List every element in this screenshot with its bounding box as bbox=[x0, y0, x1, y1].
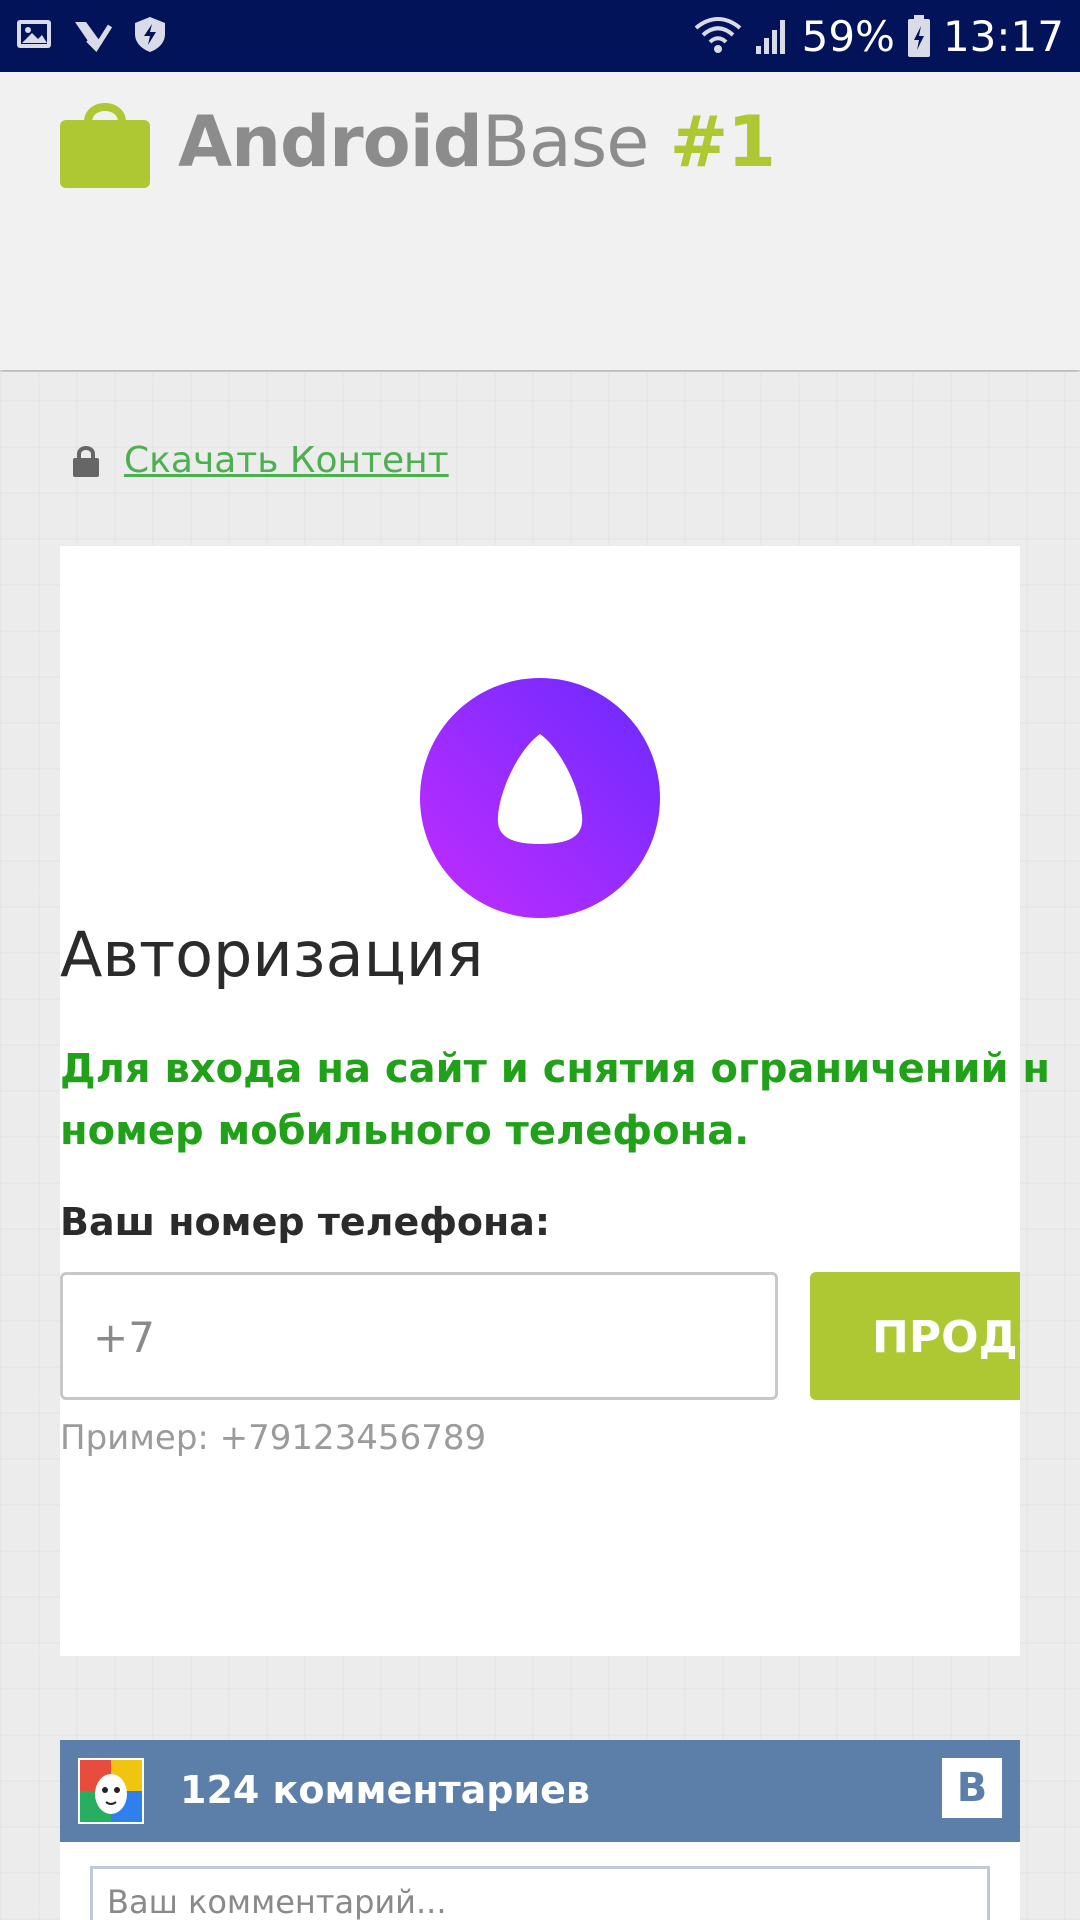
shield-icon bbox=[135, 17, 165, 52]
phone-input[interactable]: +7 bbox=[60, 1272, 778, 1400]
shopping-bag-icon bbox=[60, 103, 150, 188]
comment-placeholder: Ваш комментарий... bbox=[107, 1883, 447, 1920]
auth-title: Авторизация bbox=[60, 918, 484, 991]
site-header: AndroidBase #1 bbox=[0, 72, 1080, 370]
site-logo[interactable]: AndroidBase #1 bbox=[60, 96, 776, 188]
alice-logo-icon bbox=[420, 678, 660, 918]
logo-text: AndroidBase #1 bbox=[178, 101, 776, 183]
vk-icon[interactable]: B bbox=[942, 1758, 1002, 1818]
status-left-icons bbox=[14, 14, 170, 54]
logo-word-base: Base bbox=[481, 101, 649, 183]
battery-percent: 59% bbox=[801, 11, 895, 61]
download-row: Скачать Контент bbox=[72, 440, 449, 481]
continue-button[interactable]: ПРОДОЛЖ bbox=[810, 1272, 1020, 1400]
status-bar: 59% 13:17 bbox=[0, 0, 1080, 72]
clock: 13:17 bbox=[942, 11, 1064, 61]
download-content-link[interactable]: Скачать Контент bbox=[124, 440, 449, 481]
continue-button-label: ПРОДОЛЖ bbox=[872, 1312, 1020, 1363]
logo-number: #1 bbox=[669, 101, 776, 183]
logo-word-android: Android bbox=[178, 101, 483, 183]
signal-icon bbox=[755, 20, 785, 54]
comments-header: 124 комментариев B bbox=[60, 1740, 1020, 1842]
comments-body: Ваш комментарий... bbox=[60, 1842, 1020, 1920]
phone-input-value: +7 bbox=[93, 1313, 155, 1362]
phone-example-hint: Пример: +79123456789 bbox=[60, 1418, 487, 1458]
battery-icon bbox=[907, 15, 930, 57]
avatar bbox=[78, 1758, 144, 1824]
wifi-icon bbox=[694, 17, 741, 53]
comments-count: 124 комментариев bbox=[180, 1768, 590, 1812]
gallery-icon bbox=[17, 20, 51, 48]
auth-description: Для входа на сайт и снятия ограничений н… bbox=[60, 1046, 1051, 1154]
status-right: 59% 13:17 bbox=[694, 10, 1064, 62]
check-icon bbox=[75, 22, 112, 52]
phone-label: Ваш номер телефона: bbox=[60, 1200, 551, 1244]
auth-card: Авторизация Для входа на сайт и снятия о… bbox=[60, 546, 1050, 1656]
comment-input[interactable]: Ваш комментарий... bbox=[90, 1866, 990, 1920]
lock-icon bbox=[73, 445, 99, 477]
